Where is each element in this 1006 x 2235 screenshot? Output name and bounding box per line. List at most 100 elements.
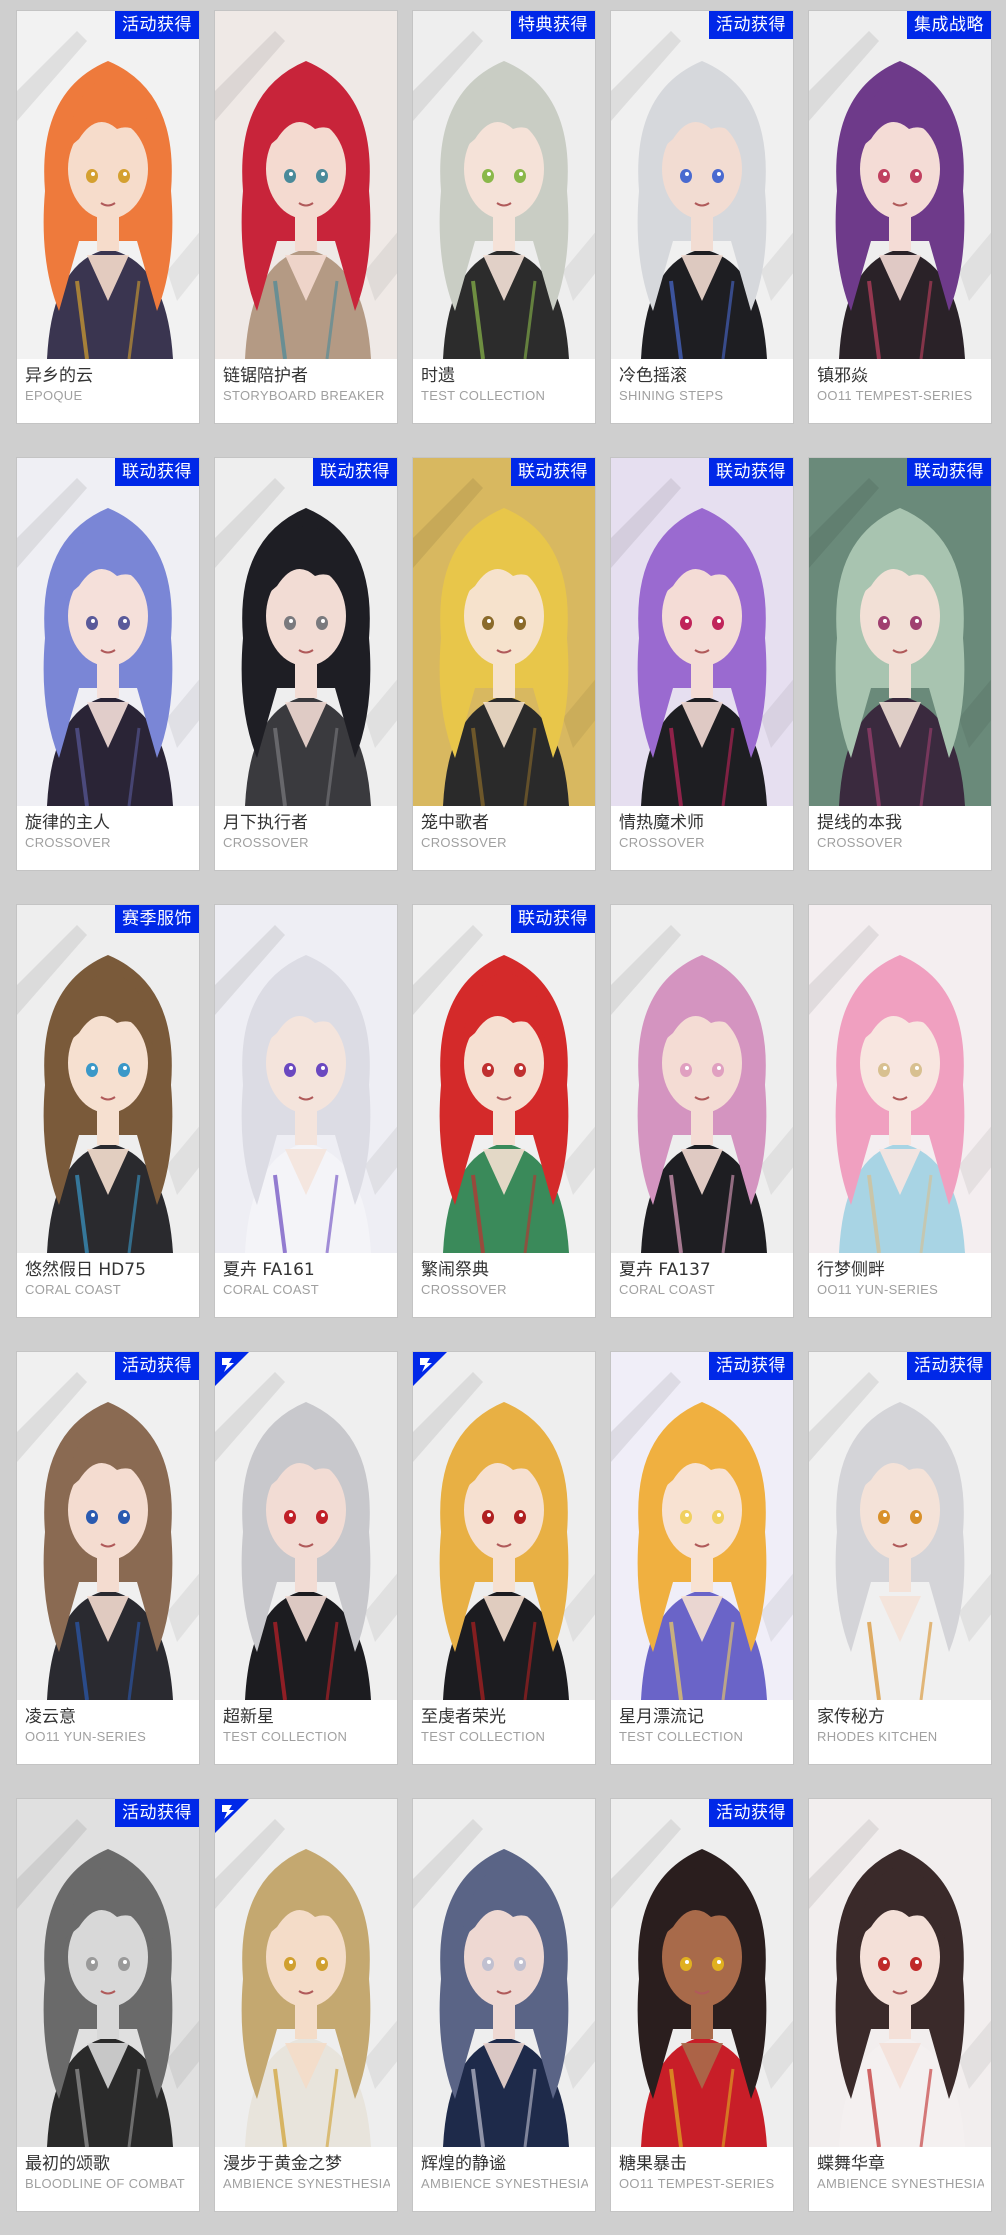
skin-artwork	[17, 458, 199, 806]
skin-series: OO11 YUN-SERIES	[817, 1282, 939, 1297]
skin-artwork	[215, 1352, 397, 1700]
special-corner-icon	[413, 1352, 447, 1386]
skin-caption: 蝶舞华章 AMBIENCE SYNESTHESIA	[809, 2147, 991, 2211]
skin-caption: 提线的本我 CROSSOVER	[809, 806, 991, 870]
skin-artwork	[413, 11, 595, 359]
skin-card[interactable]: 联动获得月下执行者 CROSSOVER	[215, 458, 397, 870]
skin-series: CORAL COAST	[619, 1282, 716, 1297]
skin-caption: 冷色摇滚 SHINING STEPS	[611, 359, 793, 423]
skin-artwork	[17, 1799, 199, 2147]
skin-card[interactable]: 活动获得家传秘方 RHODES KITCHEN	[809, 1352, 991, 1764]
skin-artwork	[413, 1799, 595, 2147]
skin-name: 繁闹祭典	[421, 1260, 489, 1280]
acquisition-badge: 特典获得	[511, 11, 595, 39]
skin-caption: 超新星 TEST COLLECTION	[215, 1700, 397, 1764]
skin-card[interactable]: 活动获得 星月漂流记 TEST COLLECTION	[611, 1352, 793, 1764]
skin-name: 漫步于黄金之梦	[223, 2154, 342, 2174]
skin-caption: 情热魔术师 CROSSOVER	[611, 806, 793, 870]
skin-card[interactable]: 辉煌的静谧 AMBIENCE SYNESTHESIA	[413, 1799, 595, 2211]
skin-series: OO11 YUN-SERIES	[25, 1729, 147, 1744]
skin-grid: 活动获得 异乡的云 EPOQUE 链锯陪护者 STORYBOARD BREAKER	[0, 0, 1006, 2235]
skin-caption: 漫步于黄金之梦 AMBIENCE SYNESTHESIA	[215, 2147, 397, 2211]
skin-card[interactable]: 蝶舞华章 AMBIENCE SYNESTHESIA	[809, 1799, 991, 2211]
skin-artwork	[17, 1352, 199, 1700]
skin-artwork	[413, 905, 595, 1253]
skin-name: 悠然假日 HD75	[25, 1260, 146, 1280]
skin-card[interactable]: 联动获得旋律的主人 CROSSOVER	[17, 458, 199, 870]
acquisition-badge: 联动获得	[115, 458, 199, 486]
skin-artwork	[611, 11, 793, 359]
skin-name: 月下执行者	[223, 813, 308, 833]
skin-name: 星月漂流记	[619, 1707, 704, 1727]
skin-series: CROSSOVER	[421, 1282, 507, 1297]
skin-card[interactable]: 活动获得 异乡的云 EPOQUE	[17, 11, 199, 423]
skin-card[interactable]: 漫步于黄金之梦 AMBIENCE SYNESTHESIA	[215, 1799, 397, 2211]
skin-name: 时遗	[421, 366, 455, 386]
skin-series: TEST COLLECTION	[619, 1729, 744, 1744]
skin-name: 异乡的云	[25, 366, 93, 386]
skin-card[interactable]: 活动获得糖果暴击 OO11 TEMPEST-SERIES	[611, 1799, 793, 2211]
skin-series: AMBIENCE SYNESTHESIA	[421, 2176, 588, 2191]
skin-card[interactable]: 活动获得 冷色摇滚 SHINING STEPS	[611, 11, 793, 423]
skin-name: 旋律的主人	[25, 813, 110, 833]
skin-card[interactable]: 活动获得 最初的颂歌 BLOODLINE OF COMBAT	[17, 1799, 199, 2211]
skin-artwork	[611, 905, 793, 1253]
skin-series: SHINING STEPS	[619, 388, 724, 403]
skin-artwork	[215, 11, 397, 359]
skin-name: 镇邪焱	[817, 366, 868, 386]
skin-series: CROSSOVER	[817, 835, 903, 850]
skin-caption: 繁闹祭典 CROSSOVER	[413, 1253, 595, 1317]
skin-series: TEST COLLECTION	[223, 1729, 348, 1744]
skin-caption: 悠然假日 HD75 CORAL COAST	[17, 1253, 199, 1317]
skin-artwork	[17, 11, 199, 359]
skin-card[interactable]: 超新星 TEST COLLECTION	[215, 1352, 397, 1764]
acquisition-badge: 联动获得	[313, 458, 397, 486]
skin-artwork	[215, 458, 397, 806]
skin-card[interactable]: 夏卉 FA137 CORAL COAST	[611, 905, 793, 1317]
skin-card[interactable]: 特典获得时遗 TEST COLLECTION	[413, 11, 595, 423]
skin-card[interactable]: 联动获得 情热魔术师 CROSSOVER	[611, 458, 793, 870]
skin-series: CROSSOVER	[421, 835, 507, 850]
skin-artwork	[809, 1799, 991, 2147]
skin-card[interactable]: 赛季服饰 悠然假日 HD75 CORAL COAST	[17, 905, 199, 1317]
skin-series: OO11 TEMPEST-SERIES	[817, 388, 973, 403]
special-corner-icon	[215, 1799, 249, 1833]
skin-name: 至虔者荣光	[421, 1707, 506, 1727]
skin-name: 提线的本我	[817, 813, 902, 833]
skin-series: CORAL COAST	[25, 1282, 122, 1297]
skin-name: 夏卉 FA137	[619, 1260, 711, 1280]
skin-name: 行梦侧畔	[817, 1260, 885, 1280]
skin-name: 蝶舞华章	[817, 2154, 885, 2174]
skin-caption: 时遗 TEST COLLECTION	[413, 359, 595, 423]
skin-caption: 星月漂流记 TEST COLLECTION	[611, 1700, 793, 1764]
skin-caption: 家传秘方 RHODES KITCHEN	[809, 1700, 991, 1764]
skin-name: 冷色摇滚	[619, 366, 687, 386]
skin-card[interactable]: 行梦侧畔 OO11 YUN-SERIES	[809, 905, 991, 1317]
skin-card[interactable]: 联动获得 繁闹祭典 CROSSOVER	[413, 905, 595, 1317]
skin-caption: 糖果暴击 OO11 TEMPEST-SERIES	[611, 2147, 793, 2211]
skin-caption: 旋律的主人 CROSSOVER	[17, 806, 199, 870]
skin-name: 超新星	[223, 1707, 274, 1727]
acquisition-badge: 活动获得	[115, 1799, 199, 1827]
skin-artwork	[413, 1352, 595, 1700]
skin-card[interactable]: 夏卉 FA161 CORAL COAST	[215, 905, 397, 1317]
skin-series: STORYBOARD BREAKER	[223, 388, 385, 403]
skin-card[interactable]: 联动获得 笼中歌者 CROSSOVER	[413, 458, 595, 870]
skin-artwork	[413, 458, 595, 806]
skin-name: 辉煌的静谧	[421, 2154, 506, 2174]
skin-series: CROSSOVER	[223, 835, 309, 850]
skin-series: EPOQUE	[25, 388, 83, 403]
skin-card[interactable]: 联动获得 提线的本我 CROSSOVER	[809, 458, 991, 870]
skin-artwork	[611, 1799, 793, 2147]
acquisition-badge: 活动获得	[709, 1799, 793, 1827]
skin-card[interactable]: 集成战略 镇邪焱 OO11 TEMPEST-SERIES	[809, 11, 991, 423]
special-corner-icon	[215, 1352, 249, 1386]
skin-artwork	[215, 1799, 397, 2147]
skin-card[interactable]: 链锯陪护者 STORYBOARD BREAKER	[215, 11, 397, 423]
skin-artwork	[17, 905, 199, 1253]
acquisition-badge: 活动获得	[907, 1352, 991, 1380]
skin-caption: 夏卉 FA161 CORAL COAST	[215, 1253, 397, 1317]
skin-card[interactable]: 活动获得 凌云意 OO11 YUN-SERIES	[17, 1352, 199, 1764]
skin-series: TEST COLLECTION	[421, 388, 546, 403]
skin-card[interactable]: 至虔者荣光 TEST COLLECTION	[413, 1352, 595, 1764]
